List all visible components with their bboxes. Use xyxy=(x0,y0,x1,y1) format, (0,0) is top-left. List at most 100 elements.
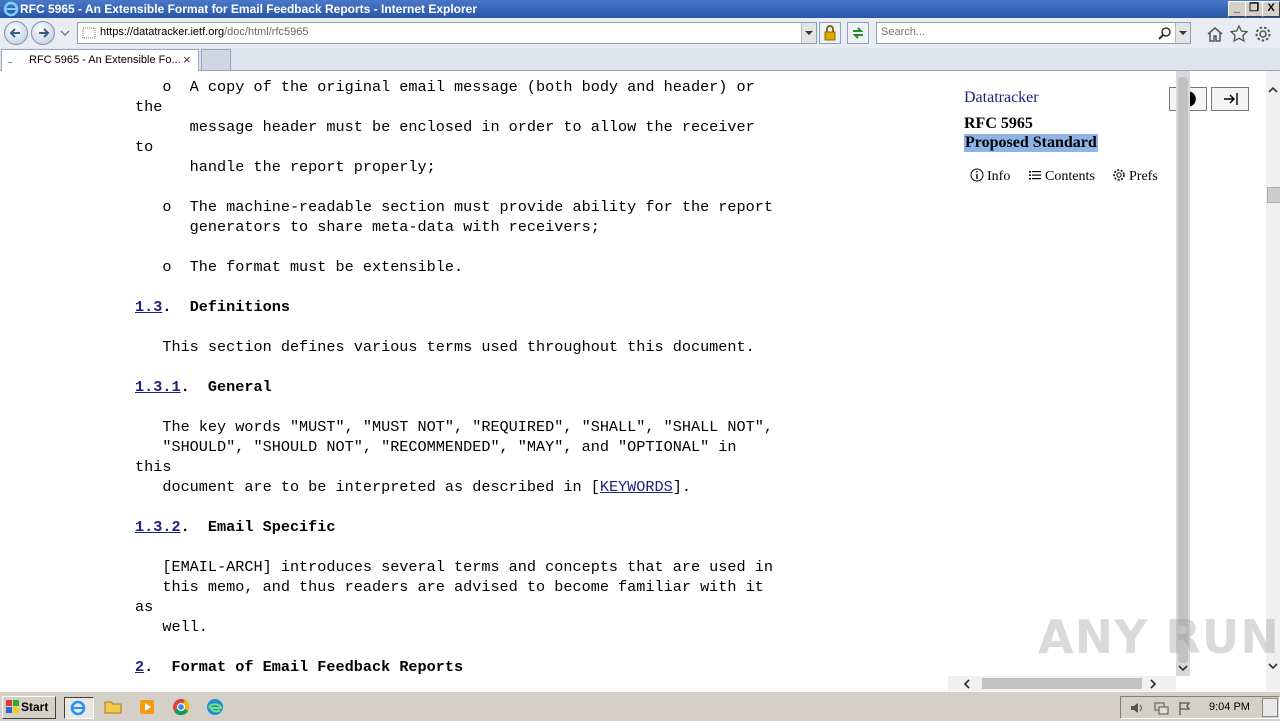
arrow-left-icon xyxy=(9,28,20,38)
start-button[interactable]: Start xyxy=(2,696,56,719)
search-input[interactable] xyxy=(881,25,1151,39)
doc-line: this memo, and thus readers are advised … xyxy=(135,578,764,596)
sidebar-tab-info[interactable]: Info xyxy=(970,168,1010,185)
action-center-flag-icon[interactable] xyxy=(1177,700,1193,716)
sidebar-tab-contents[interactable]: Contents xyxy=(1028,168,1095,185)
url-host: https://datatracker.ietf.org xyxy=(100,26,225,38)
history-dropdown-icon[interactable] xyxy=(60,30,70,36)
page-icon xyxy=(82,27,96,39)
scrollbar-thumb[interactable] xyxy=(982,678,1142,689)
section-heading-1-3-1: 1.3.1. General xyxy=(135,378,272,396)
chevron-left-icon[interactable] xyxy=(962,678,972,690)
restore-button[interactable]: ❐ xyxy=(1245,1,1263,17)
doc-line: the xyxy=(135,98,163,116)
chevron-down-icon[interactable] xyxy=(1177,664,1189,674)
search-box[interactable] xyxy=(876,22,1191,44)
url-text[interactable]: https://datatracker.ietf.org/doc/html/rf… xyxy=(100,26,309,38)
search-dropdown-button[interactable] xyxy=(1175,23,1190,43)
page-vertical-scrollbar[interactable] xyxy=(1266,71,1280,691)
back-button[interactable] xyxy=(4,21,28,45)
taskbar: Start 9:04 PM xyxy=(0,691,1280,721)
sidebar-vertical-scrollbar[interactable] xyxy=(1176,71,1190,676)
page-content: o A copy of the original email message (… xyxy=(0,71,1266,691)
internet-explorer-icon xyxy=(3,1,19,17)
anyrun-watermark: ANY RUN xyxy=(1038,610,1280,664)
doc-line: message header must be enclosed in order… xyxy=(135,118,755,136)
folder-icon xyxy=(104,701,122,714)
collapse-sidebar-button[interactable] xyxy=(1211,87,1249,111)
status-badge: Proposed Standard xyxy=(964,134,1098,152)
scrollbar-thumb[interactable] xyxy=(1178,77,1188,663)
windows-logo-icon xyxy=(6,700,19,713)
doc-line: [EMAIL-ARCH] introduces several terms an… xyxy=(135,558,773,576)
security-lock-button[interactable] xyxy=(819,22,841,44)
home-icon[interactable] xyxy=(1206,25,1224,43)
doc-line: ]. xyxy=(672,478,691,496)
taskbar-media-player-button[interactable] xyxy=(136,697,158,717)
url-path: /doc/html/rfc5965 xyxy=(224,26,309,38)
section-link-1-3[interactable]: 1.3 xyxy=(135,298,162,316)
tab-bar: .... RFC 5965 - An Extensible Fo... × xyxy=(0,48,1280,71)
browser-tab-active[interactable]: .... RFC 5965 - An Extensible Fo... × xyxy=(1,49,199,71)
rfc-document-text: o A copy of the original email message (… xyxy=(135,77,773,677)
section-link-2[interactable]: 2 xyxy=(135,658,144,676)
tab-favicon-icon: .... xyxy=(7,56,13,65)
forward-button[interactable] xyxy=(31,21,55,45)
favorites-star-icon[interactable] xyxy=(1230,25,1248,43)
info-icon xyxy=(970,168,984,182)
chevron-up-icon[interactable] xyxy=(1267,85,1279,95)
doc-line: o A copy of the original email message (… xyxy=(135,78,755,96)
address-dropdown-button[interactable] xyxy=(801,23,816,43)
sidebar-tab-prefs[interactable]: Prefs xyxy=(1112,168,1158,185)
sidebar-horizontal-scrollbar[interactable] xyxy=(948,676,1176,691)
taskbar-internet-explorer-button[interactable] xyxy=(64,697,94,719)
tab-title: RFC 5965 - An Extensible Fo... xyxy=(29,54,181,66)
taskbar-edge-button[interactable] xyxy=(204,697,226,717)
start-label: Start xyxy=(21,700,49,714)
doc-line: generators to share meta-data with recei… xyxy=(135,218,600,236)
gear-icon[interactable] xyxy=(1254,25,1272,43)
show-desktop-button[interactable] xyxy=(1262,698,1278,717)
list-icon xyxy=(1029,171,1041,180)
section-link-1-3-2[interactable]: 1.3.2 xyxy=(135,518,181,536)
section-link-1-3-1[interactable]: 1.3.1 xyxy=(135,378,181,396)
section-title: Format of Email Feedback Reports xyxy=(171,658,464,676)
doc-line: o The format must be extensible. xyxy=(135,258,464,276)
volume-icon[interactable] xyxy=(1129,700,1145,716)
doc-line: "SHOULD", "SHOULD NOT", "RECOMMENDED", "… xyxy=(135,438,737,456)
minimize-button[interactable]: _ xyxy=(1228,1,1246,17)
clock[interactable]: 9:04 PM xyxy=(1209,701,1250,713)
doc-line: this xyxy=(135,458,172,476)
taskbar-explorer-button[interactable] xyxy=(102,697,124,717)
refresh-button[interactable] xyxy=(847,22,869,44)
scrollbar-thumb[interactable] xyxy=(1267,187,1280,203)
address-bar[interactable]: https://datatracker.ietf.org/doc/html/rf… xyxy=(77,22,817,44)
chevron-right-icon[interactable] xyxy=(1148,678,1158,690)
refresh-icon xyxy=(852,27,864,39)
tab-close-icon[interactable]: × xyxy=(183,52,191,67)
edge-icon xyxy=(207,699,223,715)
doc-line: document are to be interpreted as descri… xyxy=(135,478,600,496)
internet-explorer-icon xyxy=(70,700,86,716)
datatracker-link[interactable]: Datatracker xyxy=(964,89,1039,107)
lock-icon xyxy=(824,25,836,41)
doc-line: handle the report properly; xyxy=(135,158,436,176)
arrow-right-icon xyxy=(39,28,50,38)
doc-line: This section defines various terms used … xyxy=(135,338,755,356)
chrome-icon xyxy=(173,699,190,716)
navigation-bar: https://datatracker.ietf.org/doc/html/rf… xyxy=(0,18,1280,48)
doc-line: The key words "MUST", "MUST NOT", "REQUI… xyxy=(135,418,773,436)
new-tab-button[interactable] xyxy=(201,49,231,70)
window-title-bar: RFC 5965 - An Extensible Format for Emai… xyxy=(0,0,1280,18)
section-heading-1-3-2: 1.3.2. Email Specific xyxy=(135,518,336,536)
network-icon[interactable] xyxy=(1153,700,1169,716)
doc-line: well. xyxy=(135,618,208,636)
section-heading-2: 2. Format of Email Feedback Reports xyxy=(135,658,464,676)
taskbar-chrome-button[interactable] xyxy=(170,697,192,717)
datatracker-sidebar: Datatracker RFC 5965 Proposed Standard I… xyxy=(948,71,1249,676)
section-title: Definitions xyxy=(189,298,290,316)
keywords-reference-link[interactable]: KEYWORDS xyxy=(600,478,673,496)
section-title: General xyxy=(207,378,272,396)
close-window-button[interactable]: X xyxy=(1262,1,1280,17)
search-icon[interactable] xyxy=(1158,26,1172,40)
